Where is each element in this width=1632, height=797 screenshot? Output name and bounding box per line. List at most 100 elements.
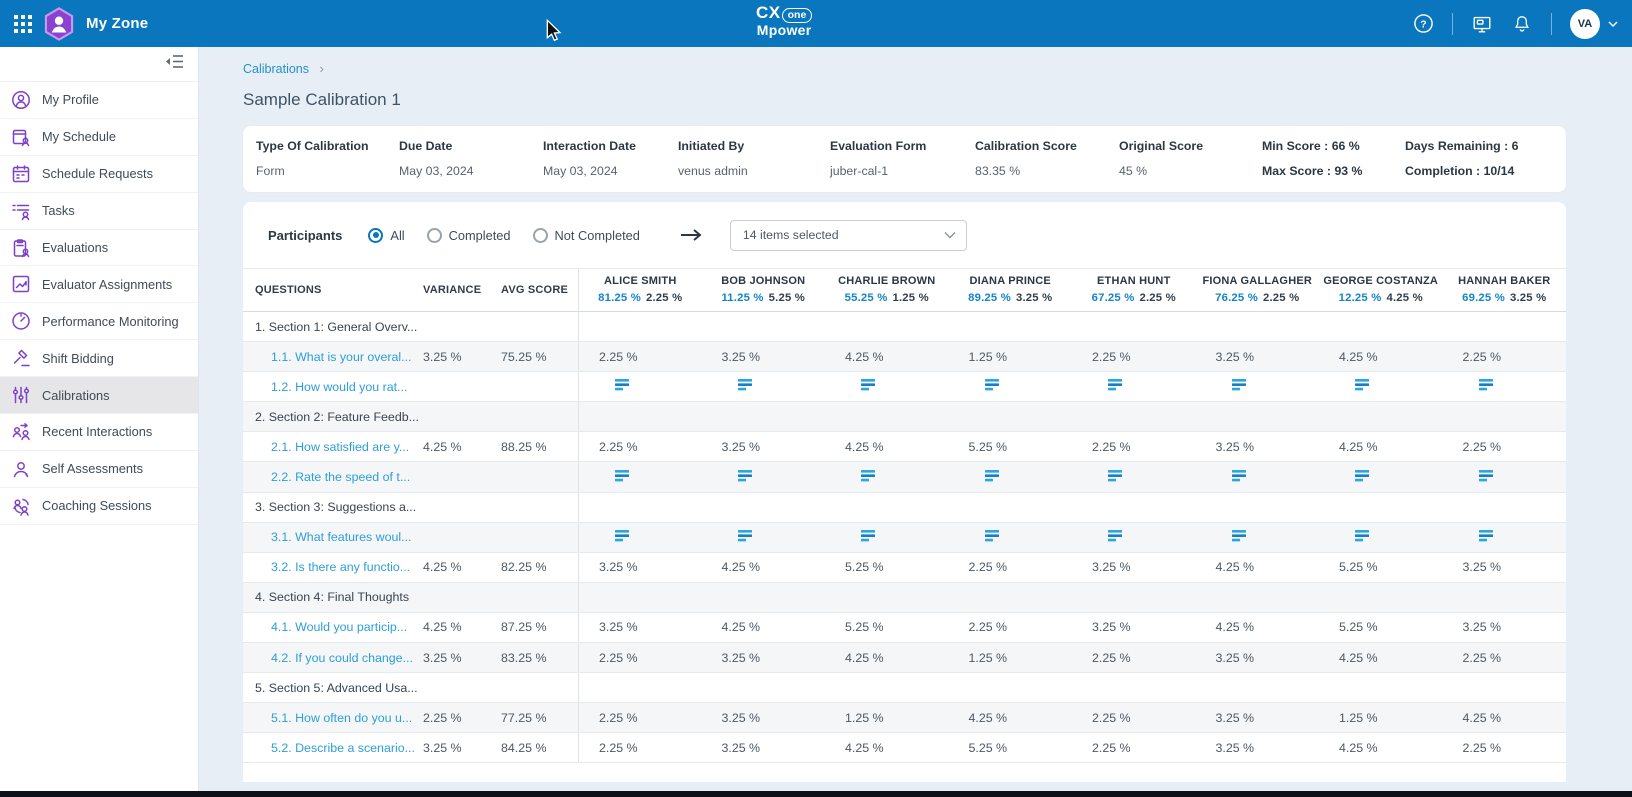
sidebar-item-coaching-sessions[interactable]: Coaching Sessions: [0, 488, 198, 525]
question-link[interactable]: 1.1. What is your overal...: [271, 350, 411, 364]
avg-score-cell: 87.25 %: [501, 613, 578, 642]
notifications-bell-icon[interactable]: [1511, 13, 1533, 35]
text-response-icon[interactable]: [1479, 379, 1494, 394]
participants-label: Participants: [268, 228, 342, 243]
participant-scores: 11.25 %5.25 %: [721, 290, 805, 307]
sidebar-item-evaluations[interactable]: Evaluations: [0, 230, 198, 267]
avatar-caret-icon[interactable]: [1608, 15, 1618, 33]
text-response-icon[interactable]: [861, 530, 876, 545]
question-link[interactable]: 2.2. Rate the speed of t...: [271, 470, 410, 484]
summary-field-initiated-by: Initiated By venus admin: [678, 139, 830, 178]
radio-completed[interactable]: Completed: [427, 228, 511, 243]
breadcrumb-calibrations-link[interactable]: Calibrations: [243, 62, 309, 76]
text-response-icon[interactable]: [985, 530, 1000, 545]
text-response-icon[interactable]: [1232, 530, 1247, 545]
text-response-icon[interactable]: [615, 470, 630, 485]
question-link[interactable]: 5.2. Describe a scenario...: [271, 741, 415, 755]
text-response-icon[interactable]: [615, 530, 630, 545]
score-cell: 3.25 %: [578, 553, 702, 582]
summary-field-line2: Completion : 10/14: [1405, 164, 1557, 178]
participant-score: 67.25 %: [1092, 292, 1135, 304]
radio-not-completed[interactable]: Not Completed: [533, 228, 640, 243]
score-cell: 4.25 %: [949, 703, 1073, 732]
sidebar-item-performance-monitoring[interactable]: Performance Monitoring: [0, 303, 198, 340]
question-row: 3.2. Is there any functio... 4.25 % 82.2…: [243, 553, 1566, 583]
app-launcher-icon[interactable]: [14, 15, 32, 33]
score-cell: 5.25 %: [949, 733, 1073, 762]
question-row: 1.2. How would you rat...: [243, 372, 1566, 402]
text-response-icon[interactable]: [1355, 530, 1370, 545]
question-link[interactable]: 3.2. Is there any functio...: [271, 560, 410, 574]
sidebar-collapse-icon[interactable]: [165, 54, 184, 74]
score-cell: 2.25 %: [578, 643, 702, 672]
section-row: 2. Section 2: Feature Feedb...: [243, 402, 1566, 432]
text-response-icon[interactable]: [1108, 530, 1123, 545]
participant-score: 81.25 %: [598, 292, 641, 304]
evaluations-icon: [11, 238, 31, 258]
text-response-icon[interactable]: [1108, 470, 1123, 485]
text-response-icon[interactable]: [861, 379, 876, 394]
user-avatar[interactable]: VA: [1570, 9, 1600, 39]
help-icon[interactable]: ?: [1412, 13, 1434, 35]
radio-circle-icon[interactable]: [427, 228, 442, 243]
section-label: 4. Section 4: Final Thoughts: [243, 583, 578, 612]
question-link[interactable]: 4.2. If you could change...: [271, 651, 413, 665]
sidebar-item-my-profile[interactable]: My Profile: [0, 82, 198, 119]
sidebar-item-evaluator-assignments[interactable]: Evaluator Assignments: [0, 266, 198, 303]
radio-all[interactable]: All: [368, 228, 404, 243]
score-cell: [1072, 372, 1196, 401]
sidebar-item-shift-bidding[interactable]: Shift Bidding: [0, 340, 198, 377]
section-label: 5. Section 5: Advanced Usa...: [243, 673, 578, 702]
question-link[interactable]: 5.1. How often do you u...: [271, 711, 412, 725]
schedule-requests-icon: [11, 164, 31, 184]
text-response-icon[interactable]: [1232, 379, 1247, 394]
text-response-icon[interactable]: [1479, 470, 1494, 485]
summary-bold-field: Min Score : 66 % Max Score : 93 %: [1262, 139, 1405, 178]
text-response-icon[interactable]: [1355, 470, 1370, 485]
sidebar-item-self-assessments[interactable]: Self Assessments: [0, 451, 198, 488]
summary-field-line2: Max Score : 93 %: [1262, 164, 1397, 178]
sidebar-item-label: Evaluations: [42, 240, 108, 255]
question-link[interactable]: 4.1. Would you particip...: [271, 620, 407, 634]
sidebar-item-calibrations[interactable]: Calibrations: [0, 377, 198, 414]
text-response-icon[interactable]: [1108, 379, 1123, 394]
question-link[interactable]: 3.1. What features woul...: [271, 530, 412, 544]
question-row: 3.1. What features woul...: [243, 523, 1566, 553]
summary-field-calibration-score: Calibration Score 83.35 %: [975, 139, 1119, 178]
participant-header: ETHAN HUNT 67.25 %2.25 %: [1072, 269, 1196, 311]
text-response-icon[interactable]: [985, 379, 1000, 394]
participant-scores: 76.25 %2.25 %: [1215, 290, 1299, 307]
text-response-icon[interactable]: [1232, 470, 1247, 485]
score-cell: [1072, 523, 1196, 552]
presentation-icon[interactable]: [1471, 13, 1493, 35]
sidebar-item-tasks[interactable]: Tasks: [0, 193, 198, 230]
score-cell: 1.25 %: [949, 643, 1073, 672]
score-cell: 4.25 %: [1319, 643, 1443, 672]
my-zone-logo-icon[interactable]: [42, 6, 76, 42]
score-cell: 5.25 %: [1319, 613, 1443, 642]
text-response-icon[interactable]: [738, 379, 753, 394]
participants-select[interactable]: 14 items selected: [730, 220, 967, 251]
sidebar-item-schedule-requests[interactable]: Schedule Requests: [0, 156, 198, 193]
score-cell: 2.25 %: [1443, 342, 1567, 371]
score-cell: 2.25 %: [1443, 643, 1567, 672]
participant-score: 11.25 %: [721, 292, 763, 304]
sidebar-item-my-schedule[interactable]: My Schedule: [0, 119, 198, 156]
text-response-icon[interactable]: [1355, 379, 1370, 394]
question-link[interactable]: 2.1. How satisfied are y...: [271, 440, 409, 454]
radio-circle-icon[interactable]: [533, 228, 548, 243]
score-cell: 5.25 %: [825, 553, 949, 582]
score-cell: 5.25 %: [1319, 553, 1443, 582]
summary-field-label: Original Score: [1119, 139, 1254, 153]
sidebar-item-recent-interactions[interactable]: Recent Interactions: [0, 414, 198, 451]
participants-filter-bar: Participants All Completed Not Completed…: [243, 202, 1566, 268]
question-link[interactable]: 1.2. How would you rat...: [271, 380, 407, 394]
radio-circle-icon[interactable]: [368, 228, 383, 243]
participant-header: DIANA PRINCE 89.25 %3.25 %: [949, 269, 1073, 311]
text-response-icon[interactable]: [985, 470, 1000, 485]
text-response-icon[interactable]: [738, 470, 753, 485]
text-response-icon[interactable]: [738, 530, 753, 545]
text-response-icon[interactable]: [615, 379, 630, 394]
text-response-icon[interactable]: [861, 470, 876, 485]
text-response-icon[interactable]: [1479, 530, 1494, 545]
